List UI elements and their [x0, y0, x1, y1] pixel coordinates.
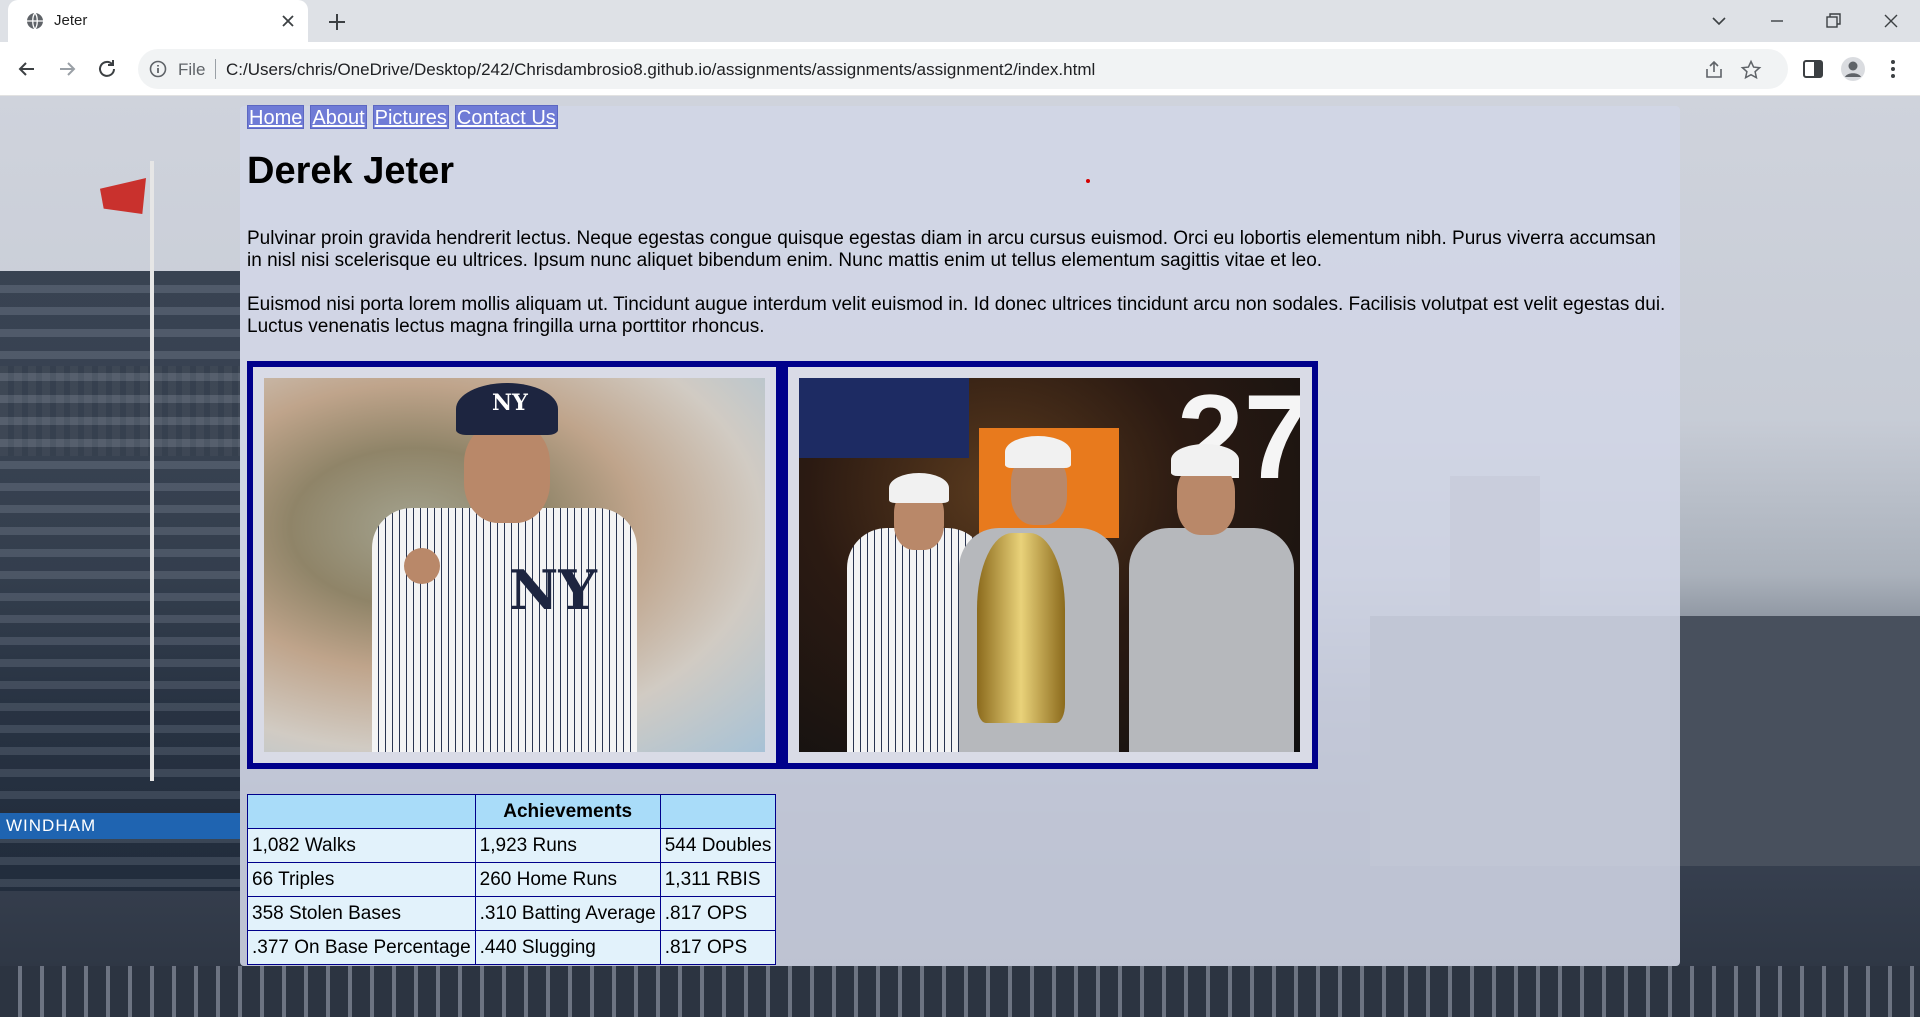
- red-flag: [100, 178, 146, 214]
- second-paragraph: Euismod nisi porta lorem mollis aliquam …: [247, 294, 1666, 337]
- nav-home-link[interactable]: Home: [247, 105, 305, 129]
- globe-icon: [27, 12, 43, 30]
- forward-icon[interactable]: [52, 54, 82, 84]
- close-window-icon[interactable]: [1876, 6, 1906, 36]
- windham-sign: WINDHAM: [0, 813, 240, 839]
- close-icon[interactable]: [278, 11, 298, 31]
- player-center-cap: [1005, 436, 1071, 468]
- site-nav: Home About Pictures Contact Us: [247, 105, 558, 129]
- flagpole: [150, 161, 154, 781]
- world-series-trophy: [977, 533, 1065, 723]
- table-row: 358 Stolen Bases .310 Batting Average .8…: [247, 896, 777, 931]
- banner-left: [799, 378, 969, 458]
- table-cell: 1,311 RBIS: [659, 862, 777, 897]
- table-cell: 260 Home Runs: [474, 862, 661, 897]
- table-header-cell: Achievements: [474, 794, 661, 829]
- player-right-cap: [1171, 444, 1239, 476]
- tab-title: Jeter: [54, 12, 88, 29]
- file-scheme-label: File: [178, 60, 206, 79]
- share-icon[interactable]: [1703, 59, 1725, 81]
- table-cell: 66 Triples: [247, 862, 476, 897]
- url-text[interactable]: C:/Users/chris/OneDrive/Desktop/242/Chri…: [226, 60, 1095, 80]
- table-header-cell: [247, 794, 476, 829]
- table-cell: 1,923 Runs: [474, 828, 661, 863]
- player-face: [464, 423, 550, 523]
- back-icon[interactable]: [12, 54, 42, 84]
- nav-contact-link[interactable]: Contact Us: [454, 105, 558, 129]
- nav-pictures-link[interactable]: Pictures: [372, 105, 449, 129]
- world-series-celebration-photo: 27: [799, 378, 1300, 752]
- star-icon[interactable]: [1740, 59, 1762, 81]
- address-bar[interactable]: File C:/Users/chris/OneDrive/Desktop/242…: [138, 49, 1788, 89]
- restore-icon[interactable]: [1818, 6, 1848, 36]
- reload-icon[interactable]: [92, 54, 122, 84]
- photo-frame-2: 27: [782, 361, 1318, 769]
- menu-icon[interactable]: [1879, 55, 1907, 83]
- address-divider: [215, 59, 216, 79]
- jeter-portrait-photo: NY NY: [264, 378, 765, 752]
- table-cell: .440 Slugging: [474, 930, 661, 965]
- page-viewport: WINDHAM Home About Pictures Contact Us D…: [0, 96, 1920, 1017]
- table-row: 1,082 Walks 1,923 Runs 544 Doubles: [247, 828, 777, 863]
- tab-strip: Jeter: [0, 0, 1920, 42]
- mouse-cursor-dot: [1086, 179, 1090, 183]
- table-header-cell: [659, 794, 777, 829]
- photo-frame-1: NY NY: [247, 361, 782, 769]
- table-header-row: Achievements: [247, 794, 777, 829]
- page-title: Derek Jeter: [247, 150, 455, 192]
- player-right-shirt: [1129, 528, 1294, 752]
- player-hand: [404, 548, 440, 584]
- nav-about-link[interactable]: About: [310, 105, 367, 129]
- player-left-cap: [889, 473, 949, 503]
- table-cell: .817 OPS: [659, 930, 777, 965]
- achievements-table: Achievements 1,082 Walks 1,923 Runs 544 …: [247, 794, 777, 965]
- table-cell: 1,082 Walks: [247, 828, 476, 863]
- pinstripe-jersey: [372, 508, 637, 752]
- plus-icon[interactable]: [324, 9, 350, 35]
- intro-paragraph: Pulvinar proin gravida hendrerit lectus.…: [247, 228, 1656, 271]
- browser-toolbar: File C:/Users/chris/OneDrive/Desktop/242…: [0, 42, 1920, 96]
- table-cell: .817 OPS: [659, 896, 777, 931]
- browser-tab[interactable]: Jeter: [8, 0, 308, 42]
- stadium-stands: [0, 271, 240, 891]
- table-row: .377 On Base Percentage .440 Slugging .8…: [247, 930, 777, 965]
- minimize-icon[interactable]: [1762, 6, 1792, 36]
- sidepanel-icon[interactable]: [1799, 55, 1827, 83]
- table-cell: 358 Stolen Bases: [247, 896, 476, 931]
- table-cell: .377 On Base Percentage: [247, 930, 476, 965]
- lower-stands: [0, 966, 1920, 1017]
- table-row: 66 Triples 260 Home Runs 1,311 RBIS: [247, 862, 777, 897]
- jersey-logo: NY: [509, 558, 597, 622]
- table-cell: 544 Doubles: [659, 828, 777, 863]
- cap-logo: NY: [492, 390, 528, 416]
- chevron-down-icon[interactable]: [1704, 6, 1734, 36]
- table-cell: .310 Batting Average: [474, 896, 661, 931]
- profile-icon[interactable]: [1839, 55, 1867, 83]
- info-icon[interactable]: [148, 59, 168, 79]
